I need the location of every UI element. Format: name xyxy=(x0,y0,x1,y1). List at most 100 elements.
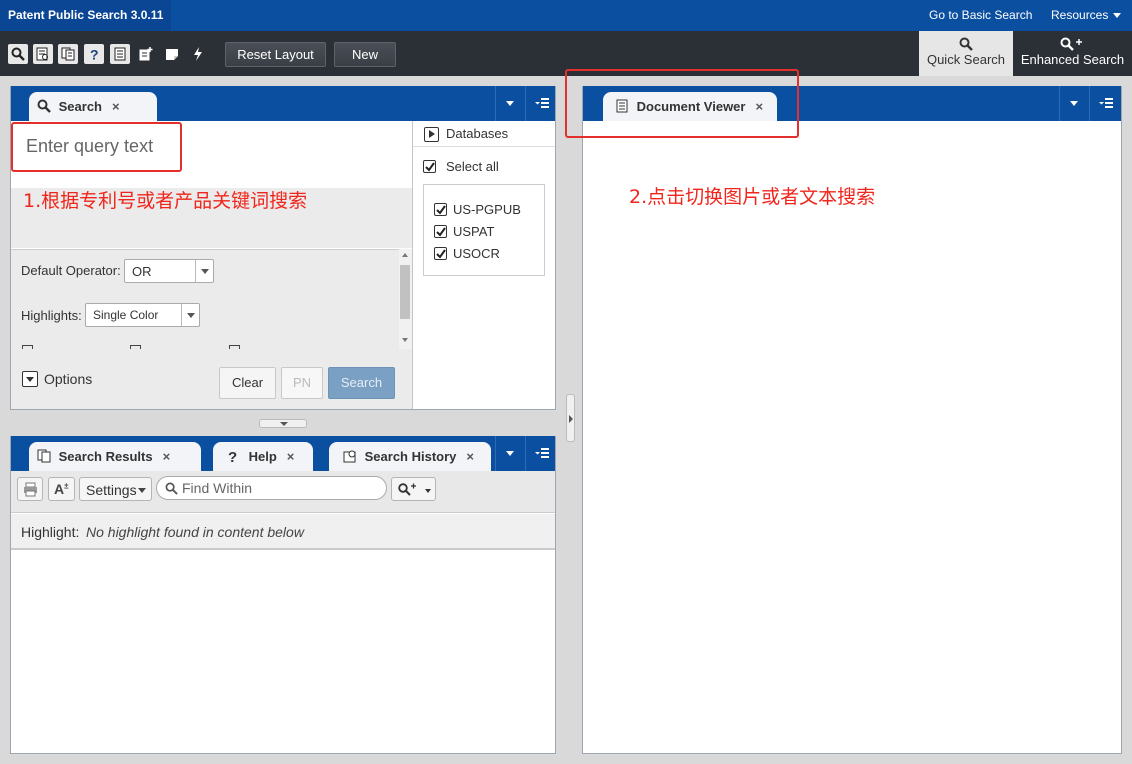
menu-icon xyxy=(535,448,549,458)
vertical-splitter-handle[interactable] xyxy=(566,394,575,442)
search-options-dropdown[interactable] xyxy=(391,477,436,501)
search-form-icon[interactable] xyxy=(33,44,53,64)
db-label: US-PGPUB xyxy=(453,202,521,217)
options-label[interactable]: Options xyxy=(44,371,92,387)
highlights-select[interactable]: Single Color xyxy=(85,303,200,327)
check-icon xyxy=(436,205,446,215)
help-icon: ? xyxy=(228,449,237,463)
help-icon[interactable]: ? xyxy=(84,44,104,64)
chevron-down-icon xyxy=(506,451,514,456)
results-panel-header: Search Results × ? Help × Search History × xyxy=(11,436,555,471)
databases-title: Databases xyxy=(446,126,509,141)
note-icon[interactable] xyxy=(162,44,182,64)
search-button[interactable]: Search xyxy=(328,367,395,399)
panel-dropdown-button[interactable] xyxy=(495,86,525,121)
select-all-checkbox[interactable] xyxy=(423,160,436,173)
clear-button[interactable]: Clear xyxy=(219,367,276,399)
pn-button[interactable]: PN xyxy=(281,367,323,399)
check-icon xyxy=(425,162,435,172)
play-icon xyxy=(424,127,439,142)
select-all-label: Select all xyxy=(446,159,499,174)
tab-search-history[interactable]: Search History × xyxy=(329,442,491,471)
check-icon xyxy=(436,227,446,237)
scrollbar[interactable] xyxy=(399,249,412,349)
db-checkbox-us-pgpub[interactable] xyxy=(434,203,447,216)
tab-search-label: Search xyxy=(58,99,102,114)
settings-label: Settings xyxy=(86,482,137,498)
print-icon xyxy=(24,482,37,497)
panel-menu-button[interactable] xyxy=(525,86,555,121)
chevron-down-icon xyxy=(506,101,514,106)
tab-search[interactable]: Search × xyxy=(29,92,157,121)
menu-icon xyxy=(1099,98,1113,108)
databases-header[interactable]: Databases xyxy=(413,121,555,147)
db-label: USOCR xyxy=(453,246,500,261)
options-toggle[interactable] xyxy=(22,371,38,387)
db-label: USPAT xyxy=(453,224,495,239)
panel-dropdown-button[interactable] xyxy=(495,436,525,471)
tab-search-results[interactable]: Search Results × xyxy=(29,442,201,471)
tab-search-results-label: Search Results xyxy=(58,449,153,464)
db-checkbox-usocr[interactable] xyxy=(434,247,447,260)
documents-icon xyxy=(37,449,51,463)
results-content xyxy=(11,552,555,753)
history-icon xyxy=(343,450,356,463)
annotation-box-query xyxy=(11,122,182,172)
highlight-message: No highlight found in content below xyxy=(86,524,304,540)
notes-icon[interactable] xyxy=(110,44,130,64)
search-plus-icon xyxy=(1060,37,1082,51)
close-icon[interactable]: × xyxy=(466,449,474,464)
chevron-down-icon xyxy=(195,260,213,282)
reset-layout-button[interactable]: Reset Layout xyxy=(225,42,326,67)
chevron-down-icon xyxy=(1070,101,1078,106)
enhanced-search-label: Enhanced Search xyxy=(1020,52,1125,67)
panel-menu-button[interactable] xyxy=(525,436,555,471)
quick-search-label: Quick Search xyxy=(926,52,1006,67)
tab-help[interactable]: ? Help × xyxy=(213,442,313,471)
db-checkbox-uspat[interactable] xyxy=(434,225,447,238)
annotation-box-viewer xyxy=(565,69,799,138)
close-icon[interactable]: × xyxy=(287,449,295,464)
check-icon xyxy=(436,249,446,259)
print-button[interactable] xyxy=(17,477,43,501)
default-operator-label: Default Operator: xyxy=(21,263,121,278)
search-panel-header: Search × xyxy=(11,86,555,121)
menu-icon xyxy=(535,98,549,108)
close-icon[interactable]: × xyxy=(112,99,120,114)
chevron-down-icon xyxy=(26,377,34,382)
documents-icon[interactable] xyxy=(58,44,78,64)
panel-menu-button[interactable] xyxy=(1089,86,1119,121)
resources-menu[interactable]: Resources xyxy=(1051,0,1122,31)
divider xyxy=(412,121,413,409)
new-button[interactable]: New xyxy=(334,42,396,67)
tab-help-label: Help xyxy=(248,449,277,464)
default-operator-select[interactable]: OR xyxy=(124,259,214,283)
highlight-label: Highlight: xyxy=(21,524,80,540)
new-doc-icon[interactable] xyxy=(136,44,156,64)
chevron-down-icon xyxy=(425,489,431,493)
tab-search-history-label: Search History xyxy=(364,449,457,464)
app-title: Patent Public Search 3.0.11 xyxy=(0,0,171,31)
find-within-input[interactable]: Find Within xyxy=(156,476,387,500)
font-icon: A± xyxy=(54,481,69,497)
panel-dropdown-button[interactable] xyxy=(1059,86,1089,121)
search-icon[interactable] xyxy=(8,44,28,64)
search-icon xyxy=(37,99,51,113)
chevron-down-icon xyxy=(181,304,199,326)
settings-dropdown[interactable]: Settings xyxy=(79,477,152,501)
close-icon[interactable]: × xyxy=(163,449,171,464)
enhanced-search-tab[interactable]: Enhanced Search xyxy=(1013,31,1132,76)
svg-text:?: ? xyxy=(90,47,99,61)
search-icon xyxy=(959,37,973,51)
search-plus-icon xyxy=(398,483,416,496)
svg-text:?: ? xyxy=(228,449,237,463)
highlights-value: Single Color xyxy=(93,308,159,322)
font-size-button[interactable]: A± xyxy=(48,477,75,501)
horizontal-splitter-handle[interactable] xyxy=(259,419,307,428)
lightning-icon[interactable] xyxy=(188,44,208,64)
find-within-placeholder: Find Within xyxy=(182,480,253,496)
annotation-note-1: 1.根据专利号或者产品关键词搜索 xyxy=(23,190,308,212)
basic-search-link[interactable]: Go to Basic Search xyxy=(929,0,1032,31)
quick-search-tab[interactable]: Quick Search xyxy=(919,31,1013,76)
search-icon xyxy=(165,482,178,495)
